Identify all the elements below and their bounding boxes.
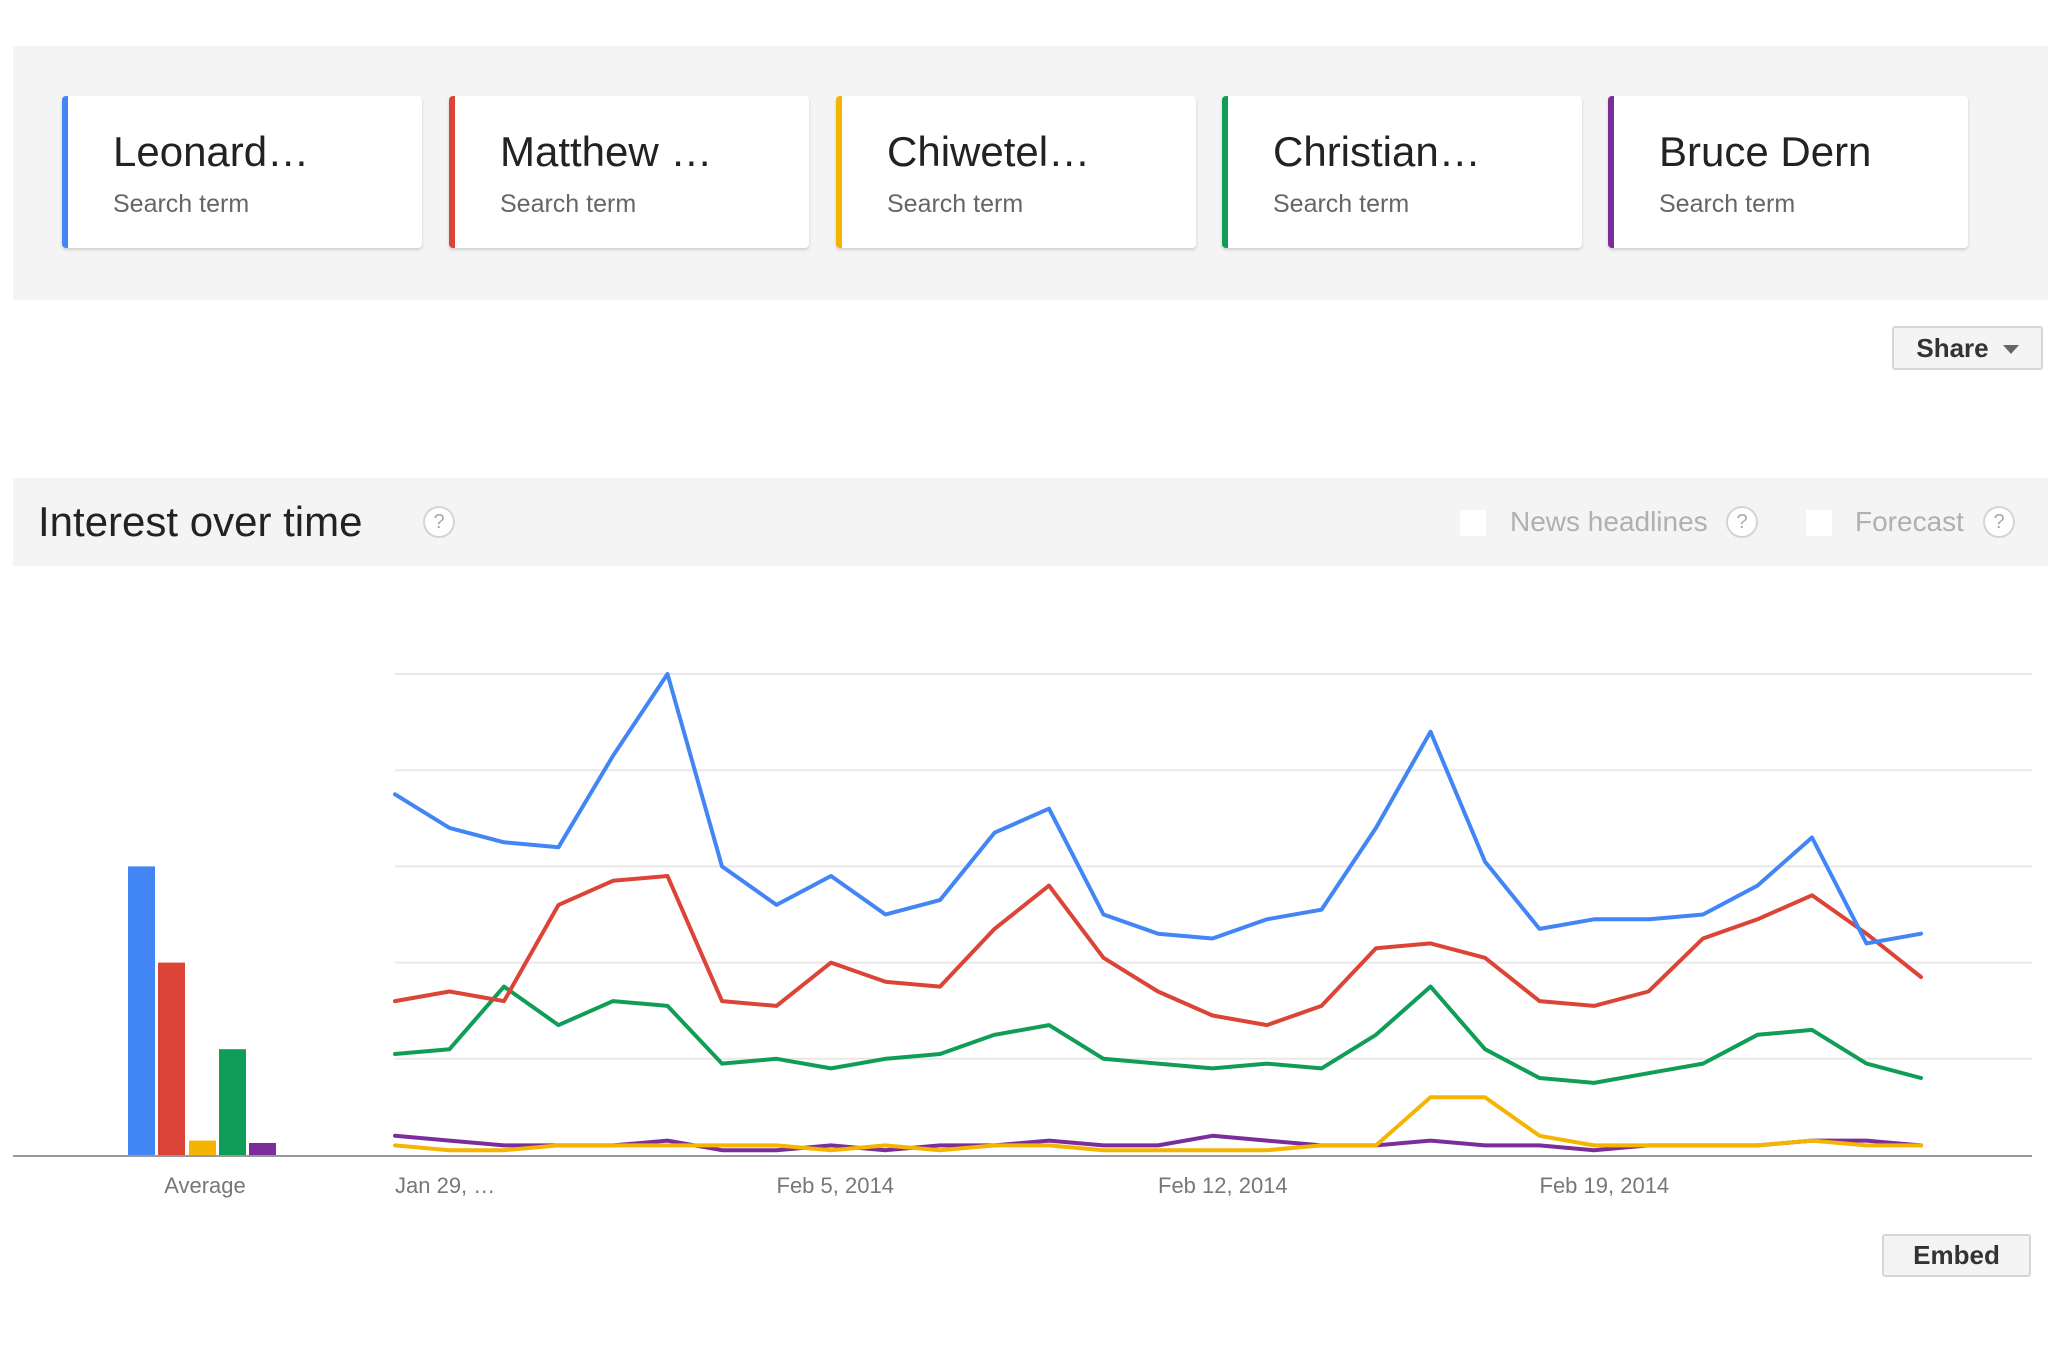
term-name: Chiwetel… (887, 128, 1091, 175)
search-term-card-3[interactable]: Chiwetel… Search term (836, 96, 1196, 248)
term-subtitle: Search term (1273, 190, 1410, 218)
search-terms-panel: Leonard… Search term Matthew … Search te… (13, 46, 2048, 300)
share-button-label: Share (1916, 332, 1989, 363)
series-line-5[interactable] (393, 1133, 1923, 1153)
average-bar-1[interactable] (128, 866, 155, 1155)
forecast-checkbox[interactable] (1806, 510, 1832, 536)
term-color-bar (1222, 96, 1228, 248)
term-subtitle: Search term (113, 190, 250, 218)
average-bar-3[interactable] (189, 1140, 216, 1155)
x-tick-label: Feb 5, 2014 (777, 1173, 894, 1198)
x-label-average: Average (164, 1173, 246, 1198)
term-color-bar (62, 96, 68, 248)
x-axis-labels: Average Jan 29, … Feb 5, 2014 Feb 12, 2014 F… (164, 1173, 1669, 1198)
average-bars (128, 866, 276, 1155)
help-icon[interactable]: ? (423, 506, 455, 538)
x-tick-label: Feb 12, 2014 (1158, 1173, 1288, 1198)
term-color-bar (1608, 96, 1614, 248)
news-headlines-label[interactable]: News headlines (1510, 506, 1708, 538)
share-button[interactable]: Share (1892, 326, 2043, 370)
term-color-bar (449, 96, 455, 248)
search-term-card-2[interactable]: Matthew … Search term (449, 96, 809, 248)
interest-over-time-header: Interest over time ? News headlines ? Fo… (13, 478, 2048, 566)
forecast-label[interactable]: Forecast (1855, 506, 1964, 538)
term-subtitle: Search term (887, 190, 1024, 218)
caret-down-icon (2002, 345, 2019, 354)
series-line-3[interactable] (393, 1095, 1923, 1153)
series-lines (393, 672, 1923, 1153)
series-line-4[interactable] (393, 984, 1923, 1085)
forecast-help-icon[interactable]: ? (1983, 506, 2015, 538)
average-bar-4[interactable] (219, 1049, 246, 1155)
section-title: Interest over time (38, 498, 363, 545)
interest-chart[interactable]: Average Jan 29, … Feb 5, 2014 Feb 12, 2014 F… (0, 600, 2048, 1220)
search-term-card-1[interactable]: Leonard… Search term (62, 96, 422, 248)
embed-button-label: Embed (1913, 1240, 2000, 1270)
news-headlines-help-icon[interactable]: ? (1726, 506, 1758, 538)
term-name: Matthew … (500, 128, 713, 175)
term-subtitle: Search term (500, 190, 637, 218)
series-line-1[interactable] (393, 672, 1923, 946)
news-headlines-checkbox[interactable] (1460, 510, 1486, 536)
term-name: Leonard… (113, 128, 310, 175)
term-name: Christian… (1273, 128, 1481, 175)
x-tick-label: Feb 19, 2014 (1540, 1173, 1670, 1198)
embed-button[interactable]: Embed (1882, 1234, 2031, 1277)
average-bar-5[interactable] (249, 1142, 276, 1155)
term-color-bar (836, 96, 842, 248)
average-bar-2[interactable] (158, 962, 185, 1155)
term-name: Bruce Dern (1659, 128, 1872, 175)
gridlines (395, 673, 2032, 1060)
search-term-card-4[interactable]: Christian… Search term (1222, 96, 1582, 248)
x-tick-label: Jan 29, … (395, 1173, 495, 1198)
search-term-card-5[interactable]: Bruce Dern Search term (1608, 96, 1968, 248)
term-subtitle: Search term (1659, 190, 1796, 218)
